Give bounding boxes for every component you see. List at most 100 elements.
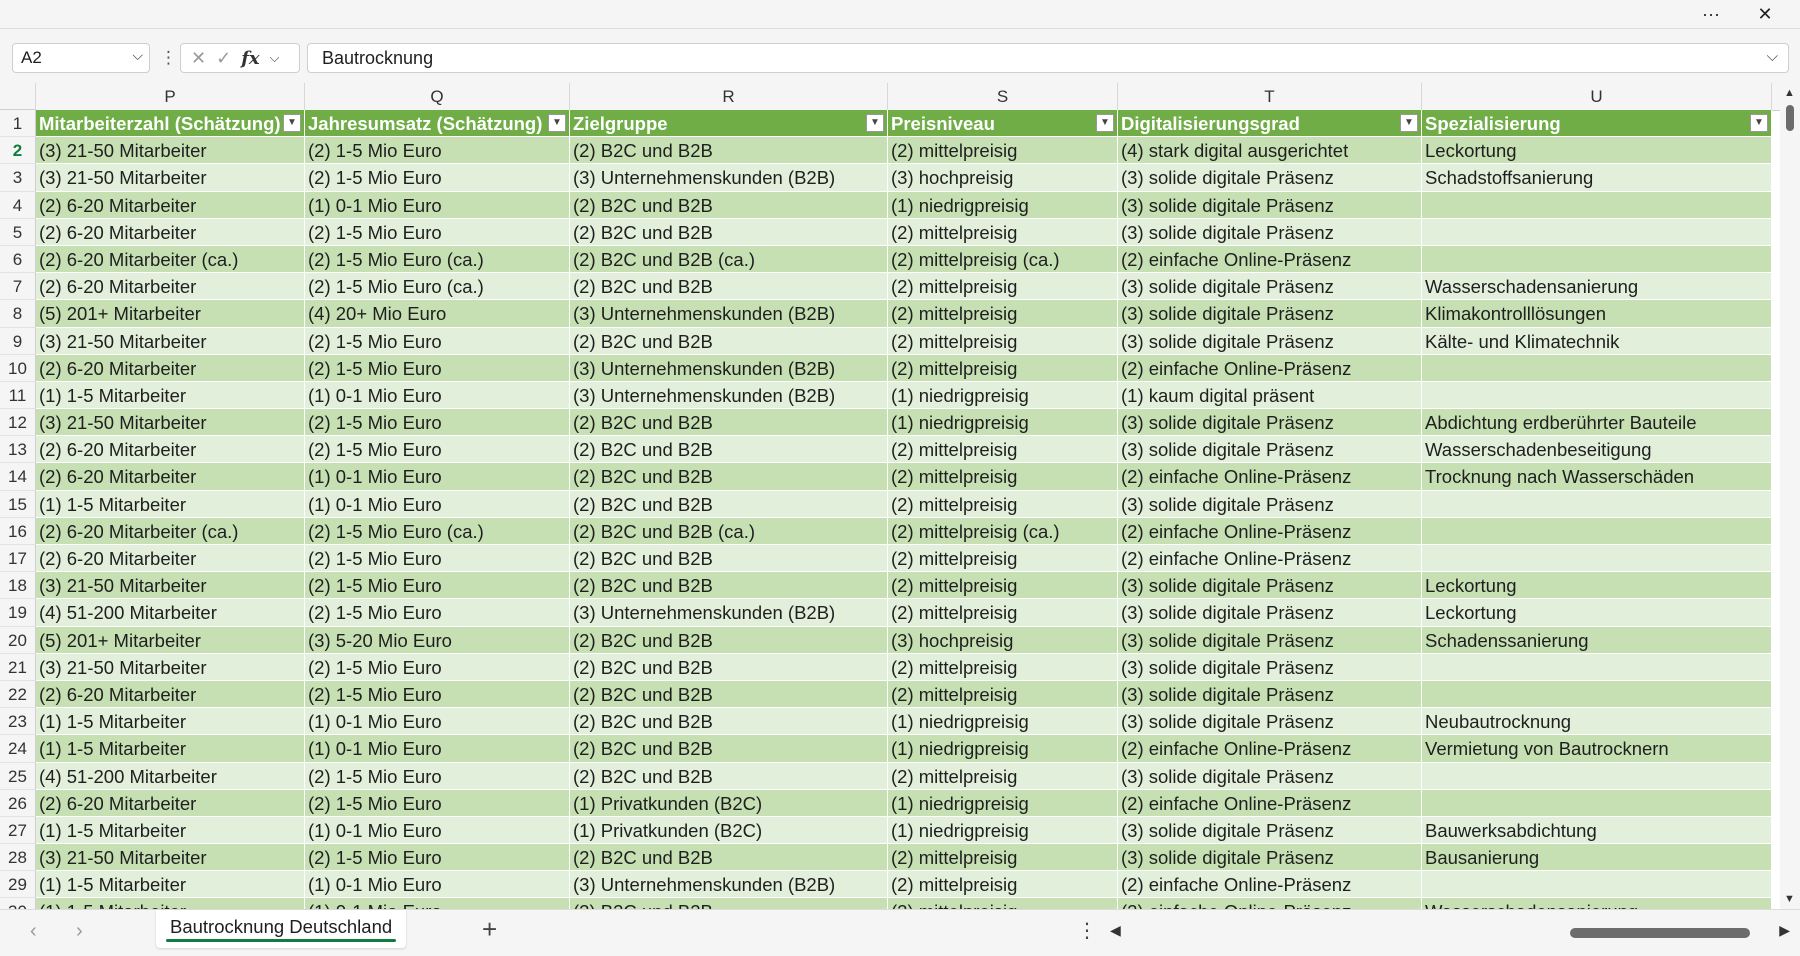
previous-sheet-icon[interactable]: ‹ (30, 920, 37, 943)
table-cell[interactable]: (2) 1-5 Mio Euro (305, 436, 570, 464)
sheet-tab-bautrocknung-deutschland[interactable]: Bautrocknung Deutschland (156, 910, 407, 948)
table-cell[interactable] (1422, 354, 1772, 382)
table-cell[interactable]: (2) einfache Online-Präsenz (1118, 871, 1422, 899)
column-header[interactable]: U (1422, 83, 1772, 110)
row-number[interactable]: 20 (0, 626, 36, 654)
table-cell[interactable]: (2) mittelpreisig (888, 218, 1118, 246)
row-number[interactable]: 24 (0, 735, 36, 763)
table-cell[interactable]: (2) 1-5 Mio Euro (ca.) (305, 273, 570, 301)
table-cell[interactable]: Wasserschadensanierung (1422, 273, 1772, 301)
table-cell[interactable]: (2) mittelpreisig (888, 354, 1118, 382)
table-cell[interactable]: (1) niedrigpreisig (888, 409, 1118, 437)
table-cell[interactable]: Wasserschadensanierung (1422, 898, 1772, 909)
row-number[interactable]: 13 (0, 436, 36, 464)
table-cell[interactable]: (2) 6-20 Mitarbeiter (36, 273, 305, 301)
select-all-corner[interactable] (0, 83, 36, 110)
table-cell[interactable]: (4) 20+ Mio Euro (305, 300, 570, 328)
table-cell[interactable]: (2) 1-5 Mio Euro (305, 789, 570, 817)
table-cell[interactable]: (2) einfache Online-Präsenz (1118, 789, 1422, 817)
table-cell[interactable]: (2) 6-20 Mitarbeiter (36, 436, 305, 464)
table-cell[interactable]: (2) mittelpreisig (888, 490, 1118, 518)
filter-dropdown-icon[interactable]: ▼ (1750, 114, 1768, 132)
table-cell[interactable]: (1) 1-5 Mitarbeiter (36, 490, 305, 518)
table-cell[interactable]: (3) solide digitale Präsenz (1118, 273, 1422, 301)
confirm-icon[interactable]: ✓ (216, 48, 231, 69)
row-number[interactable]: 11 (0, 381, 36, 410)
table-cell[interactable]: Bausanierung (1422, 844, 1772, 872)
table-cell[interactable]: (3) 21-50 Mitarbeiter (36, 572, 305, 600)
header-cell[interactable]: Digitalisierungsgrad ▼ (1118, 110, 1422, 138)
table-cell[interactable]: (3) solide digitale Präsenz (1118, 164, 1422, 192)
table-cell[interactable] (1422, 789, 1772, 817)
table-cell[interactable]: (1) 1-5 Mitarbeiter (36, 381, 305, 410)
table-cell[interactable] (1422, 381, 1772, 410)
table-cell[interactable]: (1) 1-5 Mitarbeiter (36, 708, 305, 736)
table-cell[interactable]: (2) B2C und B2B (570, 490, 888, 518)
table-cell[interactable]: (3) Unternehmenskunden (B2B) (570, 871, 888, 899)
table-cell[interactable]: (3) 5-20 Mio Euro (305, 626, 570, 654)
table-cell[interactable]: (3) Unternehmenskunden (B2B) (570, 381, 888, 410)
table-cell[interactable]: (2) einfache Online-Präsenz (1118, 463, 1422, 491)
table-cell[interactable]: (1) 0-1 Mio Euro (305, 816, 570, 845)
table-cell[interactable]: (2) 1-5 Mio Euro (305, 653, 570, 681)
table-cell[interactable]: (2) mittelpreisig (888, 762, 1118, 790)
chevron-down-icon[interactable]: ⌵ (270, 50, 280, 66)
table-cell[interactable]: (2) 1-5 Mio Euro (305, 137, 570, 165)
table-cell[interactable]: Kälte- und Klimatechnik (1422, 327, 1772, 355)
more-options-icon[interactable]: ··· (1688, 0, 1734, 28)
table-cell[interactable] (1422, 245, 1772, 274)
scroll-down-icon[interactable]: ▼ (1784, 893, 1795, 905)
table-cell[interactable]: (3) solide digitale Präsenz (1118, 191, 1422, 219)
table-cell[interactable]: (2) mittelpreisig (ca.) (888, 245, 1118, 274)
next-sheet-icon[interactable]: › (76, 920, 83, 943)
table-cell[interactable]: (1) 0-1 Mio Euro (305, 871, 570, 899)
table-cell[interactable]: (2) B2C und B2B (570, 653, 888, 681)
table-cell[interactable]: (2) B2C und B2B (570, 735, 888, 763)
table-cell[interactable]: (1) 1-5 Mitarbeiter (36, 871, 305, 899)
table-cell[interactable]: (3) solide digitale Präsenz (1118, 599, 1422, 627)
filter-dropdown-icon[interactable]: ▼ (866, 114, 884, 132)
table-cell[interactable]: (1) niedrigpreisig (888, 191, 1118, 219)
table-cell[interactable]: (1) Privatkunden (B2C) (570, 816, 888, 845)
expand-formula-chevron-icon[interactable]: ⌵ (1767, 48, 1778, 65)
table-cell[interactable]: (2) mittelpreisig (888, 436, 1118, 464)
sheet-options-icon[interactable]: ⋮ (1077, 918, 1097, 943)
table-cell[interactable]: Wasserschadenbeseitigung (1422, 436, 1772, 464)
table-cell[interactable]: Schadstoffsanierung (1422, 164, 1772, 192)
table-cell[interactable]: (3) solide digitale Präsenz (1118, 490, 1422, 518)
table-cell[interactable]: (2) B2C und B2B (570, 708, 888, 736)
row-number[interactable]: 19 (0, 599, 36, 627)
row-number[interactable]: 23 (0, 708, 36, 736)
insert-function-icon[interactable]: fx (241, 48, 259, 69)
table-cell[interactable]: (3) 21-50 Mitarbeiter (36, 164, 305, 192)
table-cell[interactable]: (3) 21-50 Mitarbeiter (36, 409, 305, 437)
table-cell[interactable]: (3) solide digitale Präsenz (1118, 436, 1422, 464)
table-cell[interactable]: (1) 0-1 Mio Euro (305, 708, 570, 736)
name-box[interactable]: A2 ⌵ (12, 43, 150, 73)
table-cell[interactable]: Leckortung (1422, 572, 1772, 600)
row-number[interactable]: 26 (0, 789, 36, 817)
row-number[interactable]: 25 (0, 762, 36, 790)
table-cell[interactable]: (1) 0-1 Mio Euro (305, 735, 570, 763)
header-cell[interactable]: Zielgruppe ▼ (570, 110, 888, 138)
table-cell[interactable]: (3) 21-50 Mitarbeiter (36, 137, 305, 165)
table-cell[interactable] (1422, 871, 1772, 899)
row-number[interactable]: 28 (0, 844, 36, 872)
table-cell[interactable]: (2) 6-20 Mitarbeiter (36, 218, 305, 246)
header-cell[interactable]: Spezialisierung ▼ (1422, 110, 1772, 138)
row-number[interactable]: 29 (0, 871, 36, 899)
table-cell[interactable] (1422, 191, 1772, 219)
header-cell[interactable]: Mitarbeiterzahl (Schätzung) ▼ (36, 110, 305, 138)
row-number[interactable]: 12 (0, 409, 36, 437)
table-cell[interactable]: (3) solide digitale Präsenz (1118, 572, 1422, 600)
table-cell[interactable]: (3) solide digitale Präsenz (1118, 653, 1422, 681)
row-number[interactable]: 2 (0, 137, 36, 165)
table-cell[interactable]: (2) mittelpreisig (888, 599, 1118, 627)
table-cell[interactable]: (3) solide digitale Präsenz (1118, 816, 1422, 845)
row-number[interactable]: 21 (0, 653, 36, 681)
table-cell[interactable]: (2) 6-20 Mitarbeiter (36, 191, 305, 219)
table-cell[interactable]: (2) B2C und B2B (570, 137, 888, 165)
table-cell[interactable]: (2) B2C und B2B (570, 409, 888, 437)
chevron-down-icon[interactable]: ⌵ (132, 47, 143, 64)
table-cell[interactable]: (3) Unternehmenskunden (B2B) (570, 354, 888, 382)
